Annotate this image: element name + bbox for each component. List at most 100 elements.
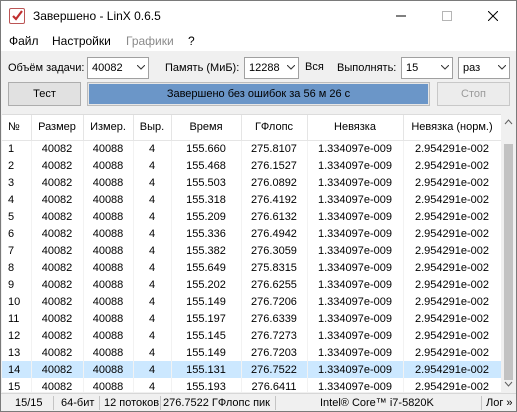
column-header[interactable]: ГФлопс [241,115,308,141]
table-cell: 155.382 [171,242,242,259]
table-cell: 155.209 [171,208,242,225]
table-cell: 155.149 [171,344,242,361]
toolbar: Объём задачи: 40082 Память (МиБ): 12288 … [1,51,516,114]
log-toggle-button[interactable]: Лог » [486,397,513,409]
table-row[interactable]: 14 40082 40088 4 155.131 276.7522 1.334097e-00… [2,361,501,378]
table-cell: 4 [133,157,172,174]
problem-size-label: Объём задачи: [8,62,85,74]
stop-button[interactable]: Стоп [437,82,510,106]
table-cell: 276.7522 [241,361,308,378]
table-cell: 40082 [31,378,84,392]
table-cell: 276.0892 [241,174,308,191]
table-cell: 1.334097e-009 [307,259,404,276]
table-row[interactable]: 6 40082 40088 4 155.336 276.4942 1.334097e-009… [2,225,501,242]
table-cell: 1.334097e-009 [307,361,404,378]
table-cell: 2.954291e-002 [403,361,501,378]
test-button[interactable]: Тест [8,82,81,106]
table-cell: 276.1527 [241,157,308,174]
table-row[interactable]: 8 40082 40088 4 155.649 275.8315 1.334097e-009… [2,259,501,276]
table-cell: 1.334097e-009 [307,344,404,361]
table-cell: 276.6411 [241,378,308,392]
status-threads: 12 потоков [104,397,160,409]
all-memory-label[interactable]: Вся [305,61,324,73]
close-button[interactable] [470,1,516,31]
table-row[interactable]: 7 40082 40088 4 155.382 276.3059 1.334097e-009… [2,242,501,259]
menu-help[interactable]: ? [188,34,195,48]
table-cell: 4 [133,361,172,378]
status-separator [160,396,161,410]
column-header[interactable]: № [2,115,32,141]
progress-text: Завершено без ошибок за 56 м 26 с [166,88,351,100]
table-cell: 13 [2,344,32,361]
menu-settings[interactable]: Настройки [52,34,111,48]
table-cell: 7 [2,242,32,259]
column-header[interactable]: Невязка (норм.) [403,115,501,141]
problem-size-combo[interactable]: 40082 [87,57,149,79]
menu-bar: Файл Настройки Графики ? [1,31,516,51]
column-header[interactable]: Выр. [133,115,172,141]
problem-size-value: 40082 [92,62,123,74]
table-cell: 9 [2,276,32,293]
run-unit-combo[interactable]: раз [458,57,510,79]
table-cell: 155.197 [171,310,242,327]
table-cell: 6 [2,225,32,242]
vertical-scrollbar[interactable] [501,114,516,392]
table-cell: 4 [133,276,172,293]
table-cell: 40088 [83,242,134,259]
minimize-button[interactable] [378,1,424,31]
scroll-thumb[interactable] [504,144,513,380]
table-cell: 11 [2,310,32,327]
maximize-button[interactable] [424,1,470,31]
table-cell: 2.954291e-002 [403,140,501,157]
table-cell: 276.6339 [241,310,308,327]
checkmark-app-icon [9,8,25,24]
column-header[interactable]: Размер [31,115,84,141]
table-cell: 155.336 [171,225,242,242]
chevron-down-icon [137,65,145,70]
menu-graphs[interactable]: Графики [126,34,174,48]
table-cell: 155.503 [171,174,242,191]
table-cell: 40088 [83,378,134,392]
column-header[interactable]: Время [171,115,242,141]
table-row[interactable]: 1 40082 40088 4 155.660 275.8107 1.334097e-009… [2,140,501,157]
table-cell: 4 [133,140,172,157]
table-cell: 155.131 [171,361,242,378]
run-count-combo[interactable]: 15 [401,57,453,79]
run-count-value: 15 [406,62,419,74]
table-cell: 4 [133,191,172,208]
status-separator [99,396,100,410]
table-cell: 4 [133,225,172,242]
table-cell: 40088 [83,225,134,242]
memory-combo[interactable]: 12288 [244,57,299,79]
table-row[interactable]: 15 40082 40088 4 155.193 276.6411 1.334097e-00… [2,378,501,392]
table-cell: 4 [2,191,32,208]
table-cell: 4 [133,310,172,327]
scroll-down-button[interactable] [501,376,516,392]
status-separator [275,396,276,410]
table-cell: 4 [133,242,172,259]
column-header[interactable]: Невязка [307,115,404,141]
table-cell: 276.7206 [241,293,308,310]
table-row[interactable]: 9 40082 40088 4 155.202 276.6255 1.334097e-009… [2,276,501,293]
table-cell: 2.954291e-002 [403,191,501,208]
table-row[interactable]: 4 40082 40088 4 155.318 276.4192 1.334097e-009… [2,191,501,208]
table-row[interactable]: 13 40082 40088 4 155.149 276.7203 1.334097e-00… [2,344,501,361]
title-bar[interactable]: Завершено - LinX 0.6.5 [1,1,516,31]
table-row[interactable]: 12 40082 40088 4 155.145 276.7273 1.334097e-00… [2,327,501,344]
table-row[interactable]: 5 40082 40088 4 155.209 276.6132 1.334097e-009… [2,208,501,225]
column-header[interactable]: Измер. [83,115,134,141]
menu-file[interactable]: Файл [9,34,39,48]
results-table[interactable]: № Размер Измер. Выр. Время ГФлопс Невязка Невяз… [2,114,501,392]
table-cell: 2 [2,157,32,174]
table-cell: 155.149 [171,293,242,310]
table-row[interactable]: 11 40082 40088 4 155.197 276.6339 1.334097e-00… [2,310,501,327]
table-row[interactable]: 2 40082 40088 4 155.468 276.1527 1.334097e-009… [2,157,501,174]
table-row[interactable]: 10 40082 40088 4 155.149 276.7206 1.334097e-00… [2,293,501,310]
chevron-up-icon [504,119,513,125]
scroll-up-button[interactable] [501,114,516,130]
status-separator [481,396,482,410]
table-row[interactable]: 3 40082 40088 4 155.503 276.0892 1.334097e-009… [2,174,501,191]
table-cell: 1.334097e-009 [307,276,404,293]
table-cell: 1.334097e-009 [307,242,404,259]
table-cell: 14 [2,361,32,378]
